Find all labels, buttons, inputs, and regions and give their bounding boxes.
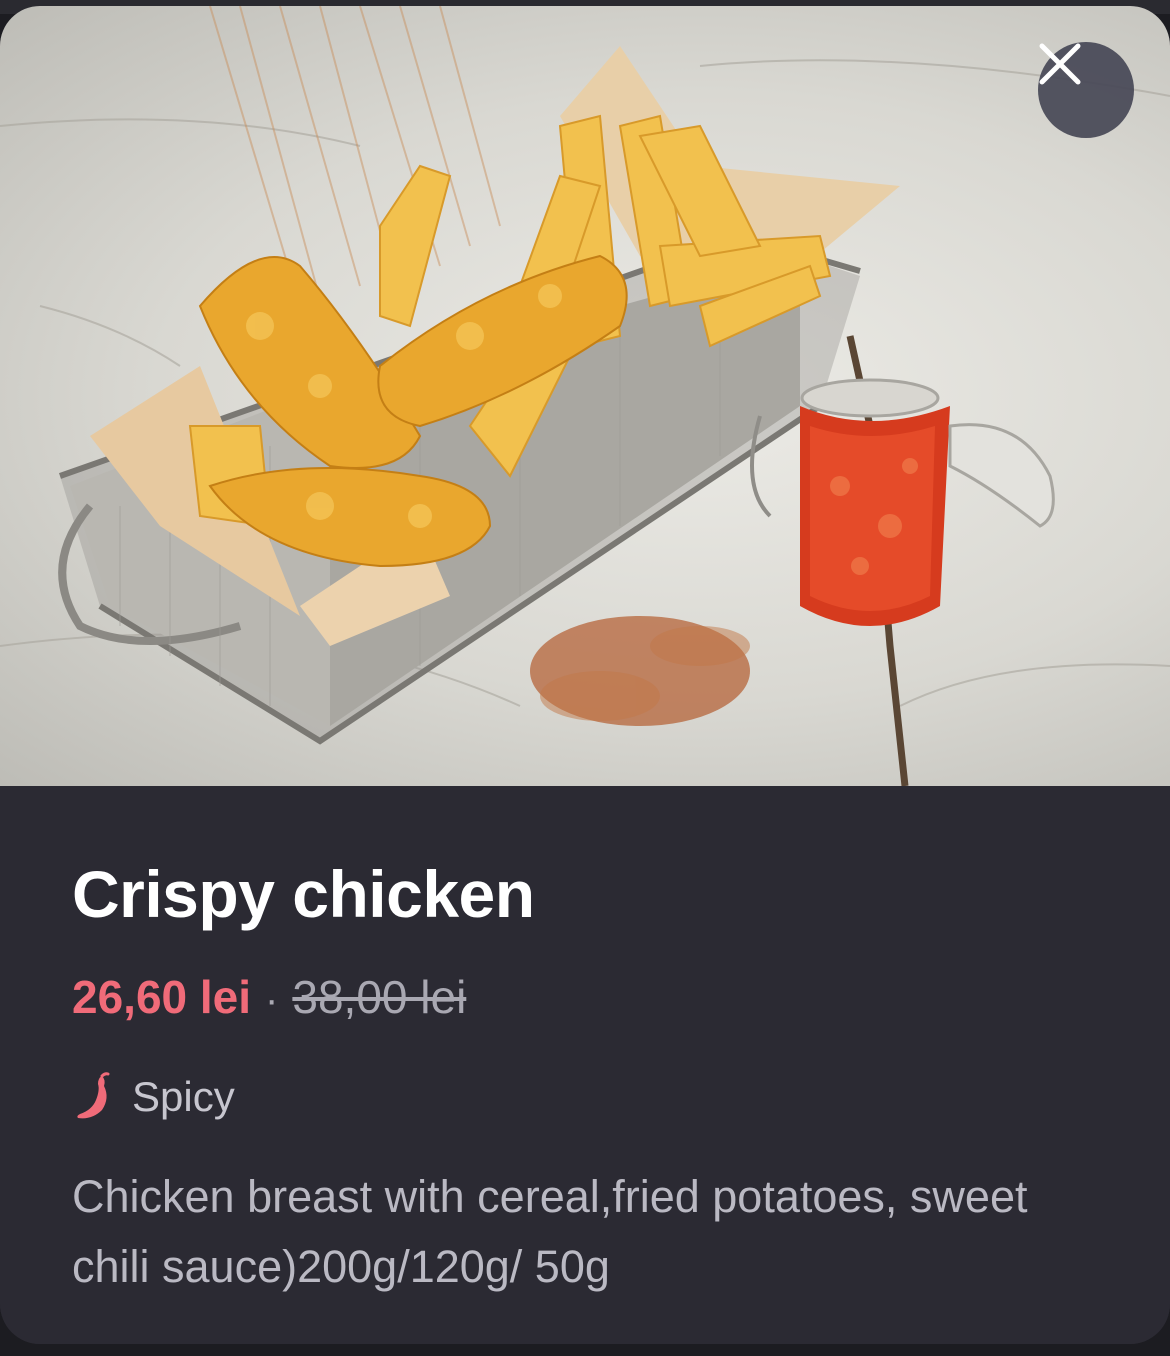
chili-pepper-icon (77, 1072, 110, 1119)
product-details: Crispy chicken 26,60 lei · 38,00 lei Spi… (0, 786, 1170, 1344)
price-current: 26,60 lei (72, 971, 252, 1023)
tag-label: Spicy (132, 1073, 235, 1120)
spicy-tag: Spicy (72, 1072, 235, 1122)
price-separator: · (265, 978, 279, 1022)
product-image (0, 6, 1170, 786)
product-title: Crispy chicken (72, 857, 535, 931)
close-icon (1039, 43, 1081, 85)
price-original: 38,00 lei (292, 971, 467, 1023)
product-description: Chicken breast with cereal,fried potatoe… (72, 1171, 1028, 1292)
product-detail-sheet: Crispy chicken 26,60 lei · 38,00 lei Spi… (0, 6, 1170, 1344)
price-row: 26,60 lei · 38,00 lei (72, 970, 466, 1024)
food-photo-illustration (0, 6, 1170, 786)
close-button[interactable] (1038, 42, 1134, 138)
